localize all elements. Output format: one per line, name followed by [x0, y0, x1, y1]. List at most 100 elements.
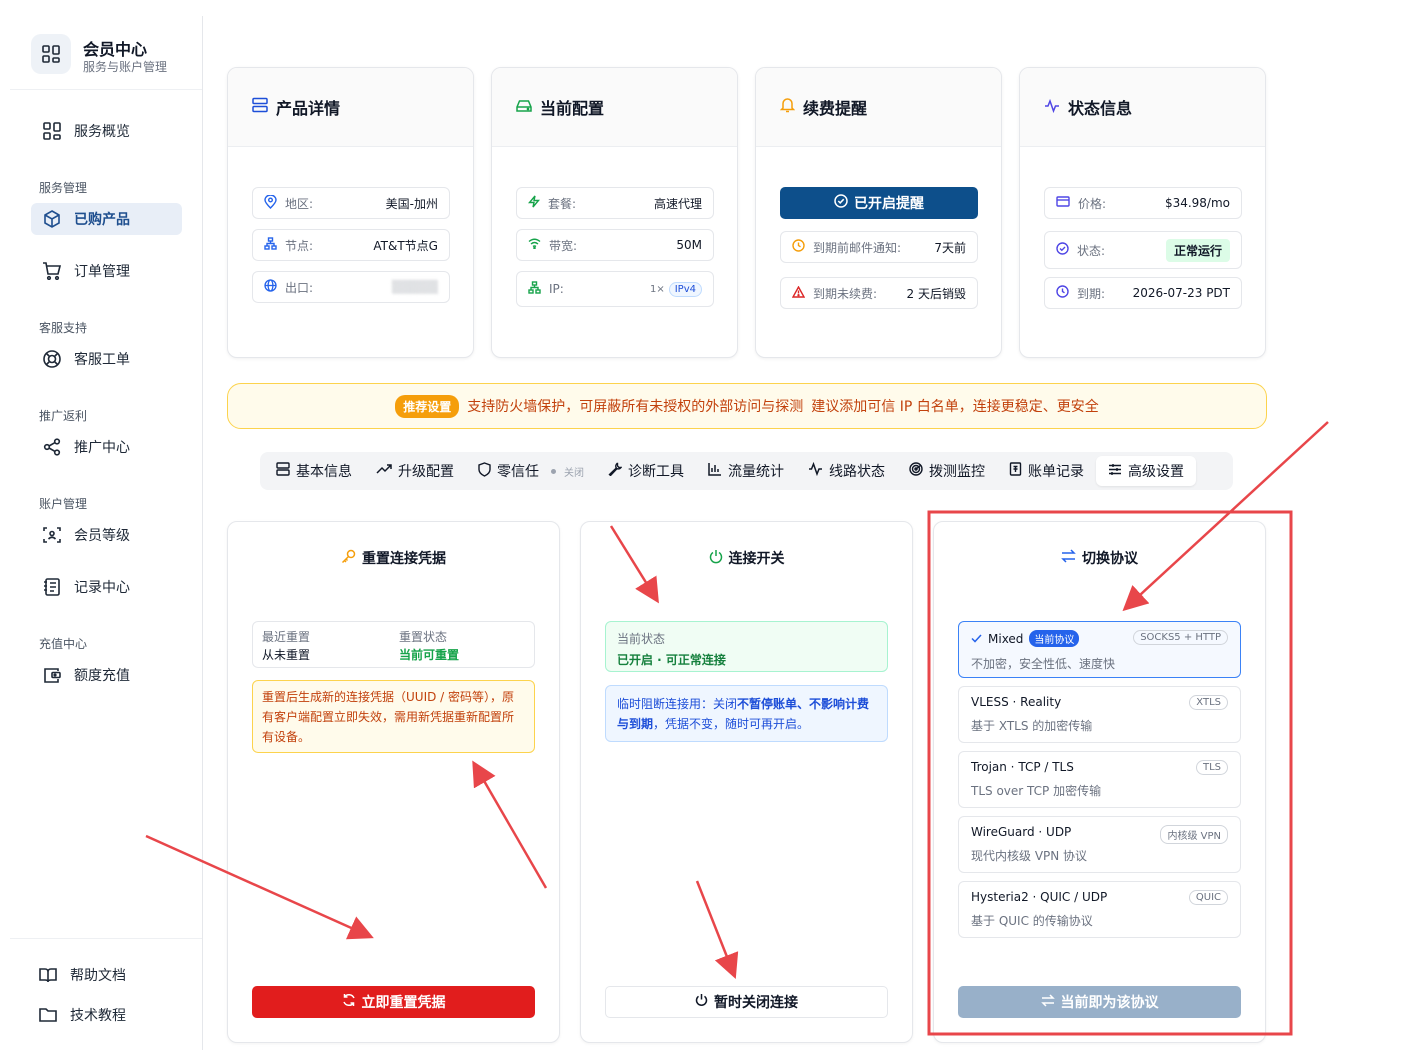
- tab-line-status[interactable]: 线路状态: [796, 456, 897, 486]
- destroy-row: 到期未续费: 2 天后销毁: [780, 277, 978, 309]
- reset-credentials-panel: 重置连接凭据 最近重置 从未重置 重置状态 当前可重置 重置后生成新的连接凭据（…: [227, 521, 560, 1043]
- brand: 会员中心 服务与账户管理: [10, 16, 202, 90]
- card-title: 续费提醒: [803, 99, 868, 118]
- sidebar-item-help[interactable]: 帮助文档: [27, 959, 178, 991]
- tab-basic-info[interactable]: 基本信息: [264, 456, 364, 486]
- sidebar-item-tickets[interactable]: 客服工单: [31, 343, 182, 375]
- region-value: 美国-加州: [385, 196, 438, 211]
- bolt-icon: [527, 195, 541, 211]
- destroy-value: 2 天后销毁: [906, 286, 966, 301]
- connection-state-value: 已开启 · 可正常连接: [617, 653, 726, 667]
- protocol-option-hysteria2[interactable]: Hysteria2 · QUIC / UDP QUIC 基于 QUIC 的传输协…: [958, 881, 1241, 938]
- protocol-option-mixed[interactable]: Mixed 当前协议 SOCKS5 + HTTP 不加密，安全性低、速度快: [958, 621, 1241, 678]
- ipv4-badge: IPv4: [668, 281, 702, 297]
- server-icon: [276, 462, 290, 480]
- sidebar-item-label: 会员等级: [74, 528, 130, 544]
- sidebar-item-label: 已购产品: [74, 212, 130, 228]
- sidebar-item-label: 技术教程: [70, 1008, 126, 1024]
- tab-billing[interactable]: 账单记录: [997, 456, 1096, 486]
- warning-icon: [791, 285, 806, 301]
- clock-icon: [1056, 285, 1069, 301]
- folder-icon: [38, 1005, 58, 1025]
- sidebar-item-overview[interactable]: 服务概览: [31, 115, 182, 147]
- sidebar-item-promo-center[interactable]: 推广中心: [31, 431, 182, 463]
- bell-icon: [779, 97, 796, 117]
- sidebar-item-member-level[interactable]: 会员等级: [31, 519, 182, 551]
- server-icon: [252, 97, 268, 117]
- protocol-option-wireguard[interactable]: WireGuard · UDP 内核级 VPN 现代内核级 VPN 协议: [958, 816, 1241, 873]
- swap-icon: [1061, 549, 1076, 567]
- nav-group-promo: 推广返利: [39, 409, 88, 423]
- bar-chart-icon: [708, 462, 722, 480]
- tab-traffic[interactable]: 流量统计: [696, 456, 796, 486]
- tab-advanced[interactable]: 高级设置: [1096, 456, 1196, 486]
- card-title: 状态信息: [1068, 99, 1133, 118]
- key-icon: [341, 549, 356, 568]
- sidebar-footer: 帮助文档 技术教程: [10, 938, 202, 1050]
- plan-row: 套餐: 高速代理: [516, 187, 714, 219]
- status-dot: [551, 468, 556, 474]
- sidebar-item-records[interactable]: 记录中心: [31, 571, 182, 603]
- panel-title: 重置连接凭据: [228, 548, 559, 568]
- apply-protocol-button[interactable]: 当前即为该协议: [958, 986, 1241, 1018]
- tab-zero-trust[interactable]: 零信任 关闭: [466, 456, 596, 486]
- reset-credentials-button[interactable]: 立即重置凭据: [252, 986, 535, 1018]
- sidebar-item-tutorial[interactable]: 技术教程: [27, 999, 178, 1031]
- sidebar-item-topup[interactable]: 额度充值: [31, 659, 182, 691]
- power-icon: [695, 993, 708, 1011]
- region-row: 地区: 美国-加州: [252, 187, 450, 219]
- connection-state-box: 当前状态 已开启 · 可正常连接: [605, 621, 888, 672]
- network-icon: [264, 237, 277, 253]
- node-row: 节点: AT&T节点G: [252, 229, 450, 261]
- panel-title: 切换协议: [934, 548, 1265, 568]
- recommend-notice[interactable]: 推荐设置 支持防火墙保护，可屏蔽所有未授权的外部访问与探测 建议添加可信 IP …: [227, 383, 1267, 429]
- card-header: 状态信息: [1020, 68, 1265, 147]
- mail-notice-row: 到期前邮件通知: 7天前: [780, 231, 978, 263]
- power-icon: [709, 549, 723, 568]
- sidebar-item-orders[interactable]: 订单管理: [31, 255, 182, 287]
- close-connection-button[interactable]: 暂时关闭连接: [605, 986, 888, 1018]
- sidebar-item-label: 额度充值: [74, 668, 130, 684]
- globe-icon: [264, 279, 277, 295]
- protocol-tag: TLS: [1195, 760, 1228, 775]
- bandwidth-row: 带宽: 50M: [516, 229, 714, 261]
- tab-probe-monitor[interactable]: 拨测监控: [897, 456, 997, 486]
- reminder-enabled-button[interactable]: 已开启提醒: [780, 187, 978, 219]
- ip-count: 1×: [649, 283, 665, 295]
- reset-state-label: 重置状态: [399, 630, 448, 644]
- plan-value: 高速代理: [653, 196, 702, 211]
- lifebuoy-icon: [42, 349, 62, 369]
- wallet-icon: [42, 665, 62, 685]
- panel-title: 连接开关: [581, 548, 912, 568]
- product-card: 产品详情 地区: 美国-加州 节点: AT&T节点G 出口: ▒▒▒▒▒: [227, 67, 474, 358]
- tab-upgrade[interactable]: 升级配置: [364, 456, 466, 486]
- ledger-icon: [42, 577, 62, 597]
- drive-icon: [516, 98, 532, 117]
- sliders-icon: [1108, 463, 1122, 480]
- nav-group-recharge: 充值中心: [39, 637, 88, 651]
- nav-group-support: 客服支持: [39, 321, 88, 335]
- sidebar-item-purchased[interactable]: 已购产品: [31, 203, 182, 235]
- recommend-tag: 推荐设置: [395, 394, 460, 418]
- node-value: AT&T节点G: [373, 238, 438, 253]
- sidebar-item-label: 记录中心: [74, 580, 130, 596]
- protocol-tag: 内核级 VPN: [1160, 825, 1228, 844]
- expire-row: 到期: 2026-07-23 PDT: [1044, 277, 1242, 309]
- bandwidth-value: 50M: [676, 238, 702, 252]
- mail-notice-value: 7天前: [934, 240, 966, 255]
- sidebar-item-label: 订单管理: [74, 264, 130, 280]
- state-row: 状态: 正常运行: [1044, 231, 1242, 269]
- last-reset-value: 从未重置: [262, 648, 311, 662]
- tab-diagnostics[interactable]: 诊断工具: [596, 456, 696, 486]
- card-header: 续费提醒: [756, 68, 1001, 147]
- zero-trust-off-label: 关闭: [564, 467, 584, 479]
- activity-icon: [808, 461, 823, 480]
- card-title: 当前配置: [540, 99, 605, 118]
- card-title: 产品详情: [276, 99, 341, 118]
- protocol-switch-panel: 切换协议 Mixed 当前协议 SOCKS5 + HTTP 不加密，安全性低、速…: [933, 521, 1266, 1043]
- card-header: 产品详情: [228, 68, 473, 147]
- protocol-option-trojan[interactable]: Trojan · TCP / TLS TLS TLS over TCP 加密传输: [958, 751, 1241, 808]
- trending-up-icon: [376, 463, 392, 479]
- check-circle-icon: [1056, 242, 1069, 258]
- protocol-option-vless[interactable]: VLESS · Reality XTLS 基于 XTLS 的加密传输: [958, 686, 1241, 743]
